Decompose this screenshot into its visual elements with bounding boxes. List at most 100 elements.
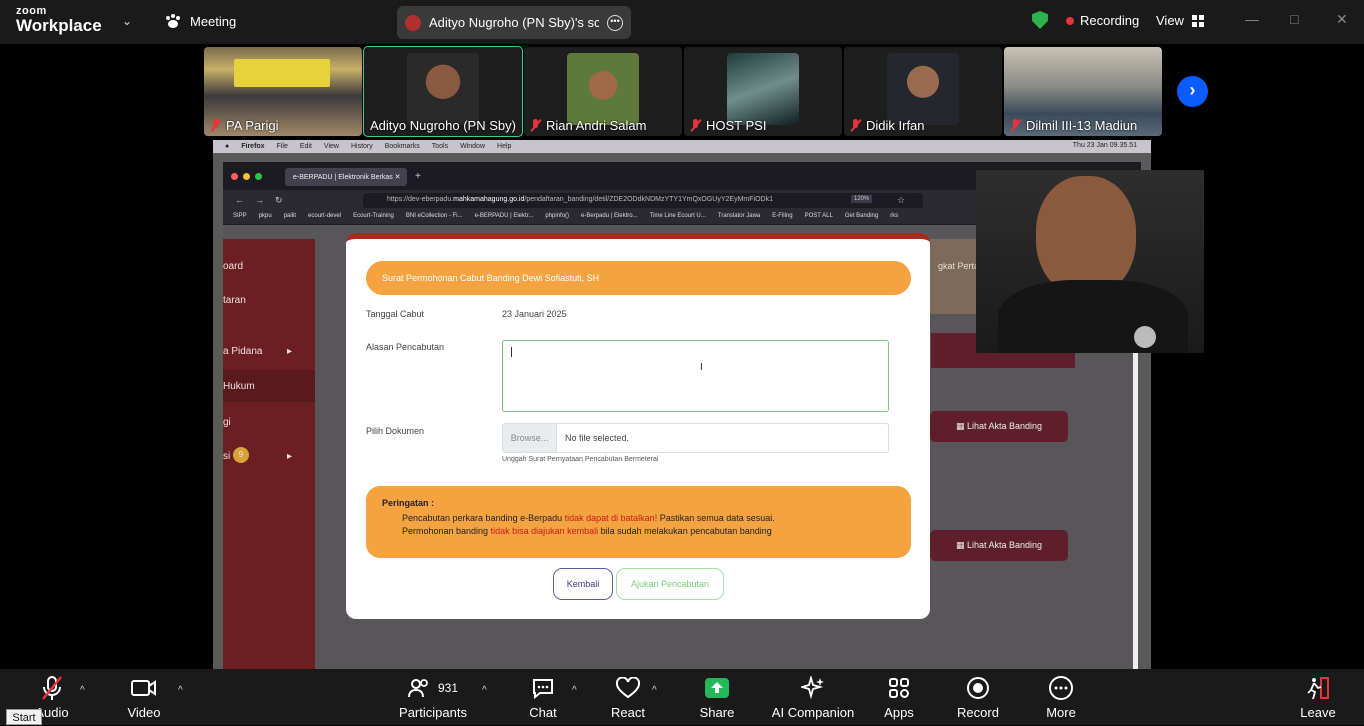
- participant-tile[interactable]: Rian Andri Salam: [524, 47, 682, 136]
- speaker-badge: [1134, 326, 1156, 348]
- recording-dot-icon: [1066, 16, 1074, 25]
- participant-name-label: Rian Andri Salam: [530, 118, 646, 133]
- recording-label: Recording: [1080, 13, 1140, 28]
- minimize-icon[interactable]: —: [1245, 11, 1259, 27]
- zoom-light-icon: [255, 173, 262, 180]
- participant-tile[interactable]: Adityo Nugroho (PN Sby): [363, 46, 523, 137]
- warning-line-2: Permohonan banding tidak bisa diajukan k…: [402, 526, 772, 536]
- alasan-label: Alasan Pencabutan: [366, 342, 445, 352]
- apps-button[interactable]: Apps: [878, 669, 920, 725]
- alasan-textarea[interactable]: I: [502, 340, 889, 412]
- sidebar-item: a Pidana: [223, 346, 263, 357]
- text-caret: [511, 347, 512, 357]
- mic-muted-icon: [850, 119, 861, 132]
- next-page-chevron-icon[interactable]: ›: [1177, 76, 1208, 107]
- minimize-light-icon: [243, 173, 250, 180]
- mic-muted-icon: [1010, 119, 1021, 132]
- kembali-button[interactable]: Kembali: [553, 568, 613, 600]
- bookmark-item: Translator Jawa: [717, 213, 761, 219]
- participants-button[interactable]: 931 Participants: [398, 669, 468, 725]
- share-screen-button[interactable]: Share: [694, 669, 740, 725]
- share-screen-icon: [705, 678, 729, 698]
- new-tab-icon: +: [415, 171, 421, 182]
- maximize-icon[interactable]: □: [1290, 11, 1298, 27]
- leave-door-icon: [1307, 677, 1329, 700]
- apple-icon: ●: [225, 143, 230, 150]
- participant-name-label: Adityo Nugroho (PN Sby): [370, 118, 516, 133]
- participant-tile[interactable]: PA Parigi: [204, 47, 362, 136]
- browser-tab: e-BERPADU | Elektronik Berkas ✕: [285, 168, 407, 186]
- bookmark-item: e-BERPADU | Elektr...: [474, 213, 534, 219]
- participants-label: Participants: [399, 705, 467, 720]
- speaker-video-overlay[interactable]: [976, 170, 1204, 353]
- audio-options-caret-icon[interactable]: ^: [80, 685, 85, 696]
- participant-strip: PA Parigi Adityo Nugroho (PN Sby) Rian A…: [0, 44, 1364, 140]
- menu-item: Bookmarks: [384, 143, 420, 150]
- mac-menubar: ● Firefox File Edit View History Bookmar…: [213, 140, 1151, 153]
- chat-bubble-icon: [533, 679, 553, 699]
- video-options-caret-icon[interactable]: ^: [178, 685, 183, 696]
- zoom-toolbar: Audio ^ Video ^ 931 Participants ^ Chat …: [0, 669, 1364, 725]
- lihat-akta-banding-button: ▦ Lihat Akta Banding: [930, 530, 1068, 561]
- sidebar-item: Hukum: [223, 381, 255, 392]
- close-icon[interactable]: ✕: [1336, 11, 1348, 28]
- bookmark-item: ecourt-devel: [308, 213, 342, 219]
- record-label: Record: [957, 705, 999, 720]
- sidebar-item: taran: [223, 295, 246, 306]
- bookmark-item: phpinfo(): [545, 213, 570, 219]
- menu-item: History: [350, 143, 373, 150]
- participants-caret-icon[interactable]: ^: [482, 685, 487, 696]
- menu-item: Tools: [431, 143, 449, 150]
- more-options-icon[interactable]: •••: [607, 14, 623, 31]
- meeting-menu[interactable]: Meeting: [164, 13, 236, 29]
- screen-share-indicator[interactable]: Adityo Nugroho (PN Sby)'s scree •••: [397, 6, 631, 39]
- zoom-workplace-logo[interactable]: zoom Workplace: [16, 6, 102, 35]
- lihat-akta-banding-button: ▦ Lihat Akta Banding: [930, 411, 1068, 442]
- browse-button[interactable]: Browse...: [503, 424, 557, 452]
- view-label: View: [1156, 13, 1184, 28]
- recording-indicator[interactable]: Recording: [1066, 13, 1139, 28]
- react-button[interactable]: React: [604, 669, 652, 725]
- mac-clock: Thu 23 Jan 09.35.51: [1072, 142, 1137, 149]
- chevron-down-icon[interactable]: ⌄: [122, 14, 132, 28]
- ai-companion-button[interactable]: AI Companion: [770, 669, 856, 725]
- more-button[interactable]: More: [1040, 669, 1082, 725]
- i-beam-cursor-icon: I: [700, 362, 703, 373]
- bookmark-item: E-Filing: [772, 213, 793, 219]
- participant-tile[interactable]: Didik Irfan: [844, 47, 1002, 136]
- more-label: More: [1046, 705, 1076, 720]
- view-menu[interactable]: View: [1156, 13, 1204, 28]
- participant-tile[interactable]: Dilmil III-13 Madiun: [1004, 47, 1162, 136]
- mic-muted-icon: [690, 119, 701, 132]
- video-button[interactable]: Video: [116, 669, 172, 725]
- participant-name-label: Didik Irfan: [850, 118, 925, 133]
- chevron-right-icon: ▸: [287, 451, 293, 462]
- pilih-dokumen-label: Pilih Dokumen: [366, 426, 425, 436]
- chat-caret-icon[interactable]: ^: [572, 685, 577, 696]
- modal-header: Surat Permohonan Cabut Banding Dewi Sofi…: [366, 261, 911, 295]
- participants-count: 931: [437, 681, 459, 695]
- react-caret-icon[interactable]: ^: [652, 685, 657, 696]
- record-button[interactable]: Record: [954, 669, 1002, 725]
- leave-button[interactable]: Leave: [1296, 669, 1340, 725]
- tanggal-cabut-value: 23 Januari 2025: [502, 309, 567, 319]
- menu-item: Window: [460, 143, 486, 150]
- ajukan-pencabutan-button[interactable]: Ajukan Pencabutan: [616, 568, 724, 600]
- mic-muted-icon: [210, 119, 221, 132]
- meeting-label: Meeting: [190, 13, 237, 29]
- close-light-icon: [231, 173, 238, 180]
- security-shield-icon[interactable]: [1032, 11, 1048, 29]
- participant-tile[interactable]: HOST PSI: [684, 47, 842, 136]
- start-tooltip: Start: [6, 709, 42, 725]
- leave-label: Leave: [1300, 705, 1336, 720]
- bookmark-item: rks: [890, 213, 899, 219]
- record-icon: [967, 677, 989, 699]
- file-input[interactable]: Browse... No file selected.: [502, 423, 889, 453]
- media-center-banner: [234, 59, 330, 87]
- sidebar-badge: 9: [233, 447, 249, 463]
- chat-button[interactable]: Chat: [520, 669, 566, 725]
- warning-line-1: Pencabutan perkara banding e-Berpadu tid…: [402, 513, 775, 523]
- sidebar-item: gi: [223, 417, 231, 428]
- share-title: Adityo Nugroho (PN Sby)'s scree: [429, 15, 599, 30]
- menu-item: Firefox: [241, 143, 265, 150]
